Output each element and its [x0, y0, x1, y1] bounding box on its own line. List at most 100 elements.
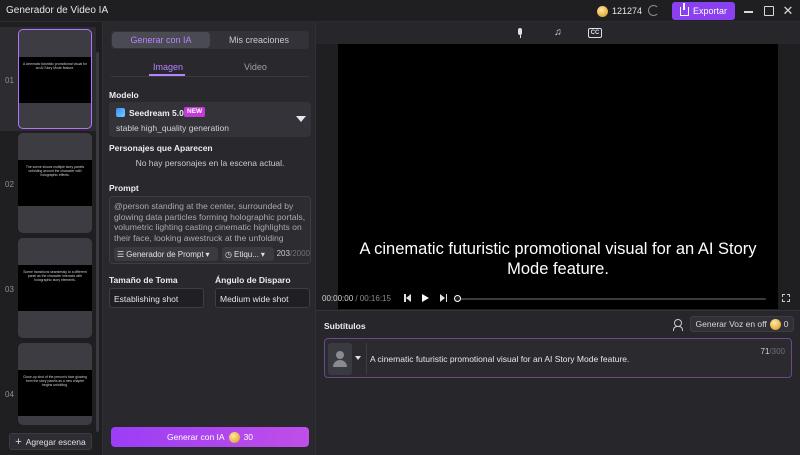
scene-text: Scene transitions seamlessly to a differ…: [23, 270, 87, 282]
speaker-avatar[interactable]: [328, 343, 352, 375]
wand-icon: ☰: [117, 249, 125, 259]
characters-label: Personajes que Aparecen: [109, 143, 213, 153]
video-preview[interactable]: A cinematic futuristic promotional visua…: [338, 44, 778, 309]
scene-thumbnail[interactable]: A cinematic futuristic promotional visua…: [18, 29, 92, 129]
characters-empty-text: No hay personajes en la escena actual.: [135, 158, 285, 168]
scene-item-4[interactable]: 04 Close-up shot of the person's face gl…: [0, 343, 96, 425]
chevron-down-icon: ▾: [205, 249, 210, 259]
play-icon[interactable]: [422, 294, 430, 303]
export-icon: [679, 2, 689, 16]
prompt-generator-button[interactable]: ☰ Generador de Prompt ▾: [114, 247, 218, 261]
scene-thumbnail[interactable]: Scene transitions seamlessly to a differ…: [18, 238, 92, 338]
generate-label: Generar con IA: [166, 432, 225, 442]
scene-item-3[interactable]: 03 Scene transitions seamlessly to a dif…: [0, 238, 96, 338]
timeline-slider[interactable]: [454, 295, 766, 302]
scene-number: 02: [5, 180, 14, 189]
divider: [111, 76, 309, 77]
prompt-input[interactable]: @person standing at the center, surround…: [109, 196, 311, 264]
preview-area: ♫ CC A cinematic futuristic promotional …: [316, 22, 800, 455]
scene-item-1[interactable]: 01 A cinematic futuristic promotional vi…: [0, 27, 96, 131]
subtitle-text[interactable]: A cinematic futuristic promotional visua…: [370, 354, 629, 364]
scene-thumbnail[interactable]: Close-up shot of the person's face glowi…: [18, 343, 92, 425]
scene-thumbnail[interactable]: The scene shows multiple story panels un…: [18, 133, 92, 233]
prompt-generator-label: Generador de Prompt: [126, 249, 204, 259]
export-label: Exportar: [692, 6, 727, 16]
coin-icon: [769, 318, 781, 330]
video-caption: A cinematic futuristic promotional visua…: [359, 240, 757, 278]
plus-icon: +: [15, 435, 22, 448]
timeline-handle[interactable]: [454, 295, 461, 302]
maximize-icon[interactable]: [762, 4, 776, 18]
add-scene-button[interactable]: + Agregar escena: [9, 433, 92, 450]
scene-number: 04: [5, 390, 14, 399]
time-current: 00:00:00: [322, 294, 354, 303]
chevron-down-icon: [296, 116, 306, 122]
coin-icon: [228, 431, 240, 443]
scene-item-2[interactable]: 02 The scene shows multiple story panels…: [0, 133, 96, 233]
generate-ai-button[interactable]: Generar con IA 30: [111, 427, 309, 447]
model-name: Seedream 5.0: [129, 108, 184, 118]
prompt-label: Prompt: [109, 183, 139, 193]
scene-text: Close-up shot of the person's face glowi…: [23, 375, 87, 387]
export-button[interactable]: Exportar: [672, 2, 735, 20]
title-bar: Generador de Video IA 121274 Exportar ✕: [0, 0, 800, 22]
coin-icon: [597, 5, 608, 17]
music-icon[interactable]: ♫: [552, 27, 564, 39]
shot-size-field[interactable]: Establishing shot: [109, 288, 204, 308]
tab-my-creations[interactable]: Mis creaciones: [210, 32, 308, 48]
voiceover-cost: 0: [783, 319, 789, 329]
shot-size-label: Tamaño de Toma: [109, 275, 178, 285]
captions-icon[interactable]: CC: [588, 28, 602, 38]
subtitles-panel: Subtítulos Generar Voz en off 0 A cinema…: [316, 310, 800, 455]
prompt-count: 203: [276, 249, 290, 258]
tab-image[interactable]: Imagen: [153, 62, 183, 72]
microphone-icon[interactable]: [514, 27, 526, 39]
subtitle-row[interactable]: A cinematic futuristic promotional visua…: [324, 338, 792, 378]
generation-panel: Generar con IA Mis creaciones Imagen Vid…: [102, 22, 316, 455]
prompt-text[interactable]: @person standing at the center, surround…: [114, 201, 308, 243]
fullscreen-icon[interactable]: [782, 294, 790, 302]
close-icon[interactable]: ✕: [781, 4, 795, 18]
scene-strip: 01 A cinematic futuristic promotional vi…: [0, 22, 102, 455]
chevron-down-icon: ▾: [260, 249, 265, 259]
subtitles-title: Subtítulos: [324, 321, 366, 331]
mode-tabs: Generar con IA Mis creaciones: [111, 31, 309, 49]
coin-balance: 121274: [597, 4, 642, 18]
add-scene-label: Agregar escena: [25, 436, 86, 447]
model-select[interactable]: Seedream 5.0 NEW stable high_quality gen…: [109, 102, 311, 137]
scene-text: The scene shows multiple story panels un…: [25, 165, 85, 177]
new-badge: NEW: [184, 107, 206, 117]
model-label: Modelo: [109, 90, 139, 100]
previous-icon[interactable]: [404, 294, 411, 303]
next-icon[interactable]: [440, 294, 447, 303]
voice-icon: [673, 319, 684, 331]
media-toolbar: ♫ CC: [316, 22, 800, 44]
tags-label: Etiqu...: [233, 249, 259, 259]
shot-angle-label: Ángulo de Disparo: [215, 275, 291, 285]
scene-scrollbar[interactable]: [96, 52, 99, 432]
prompt-char-count: 203/2000: [277, 249, 310, 258]
model-description: stable high_quality generation: [116, 123, 229, 133]
time-display: 00:00:00 / 00:16:15: [322, 294, 391, 303]
tab-generate-ai[interactable]: Generar con IA: [112, 32, 210, 48]
shot-angle-field[interactable]: Medium wide shot: [215, 288, 310, 308]
generate-cost: 30: [243, 432, 254, 442]
scene-number: 03: [5, 285, 14, 294]
time-total: / 00:16:15: [353, 294, 391, 303]
chevron-down-icon[interactable]: [355, 356, 361, 360]
coin-count: 121274: [612, 6, 643, 16]
subtitle-char-count: 71/300: [761, 347, 785, 356]
refresh-icon[interactable]: [648, 5, 659, 16]
app-title: Generador de Video IA: [6, 5, 109, 16]
voiceover-label: Generar Voz en off: [695, 319, 767, 329]
scene-text: A cinematic futuristic promotional visua…: [22, 62, 88, 70]
seedream-logo-icon: [116, 108, 125, 117]
tab-video[interactable]: Video: [244, 62, 267, 72]
generate-voiceover-button[interactable]: Generar Voz en off 0: [690, 316, 794, 332]
divider: [366, 343, 367, 375]
minimize-icon[interactable]: [742, 4, 756, 18]
tags-button[interactable]: ◷ Etiqu... ▾: [222, 247, 274, 261]
prompt-toolbar: ☰ Generador de Prompt ▾ ◷ Etiqu... ▾ 203…: [114, 247, 310, 261]
scene-number: 01: [5, 76, 14, 85]
tag-icon: ◷: [225, 249, 232, 259]
